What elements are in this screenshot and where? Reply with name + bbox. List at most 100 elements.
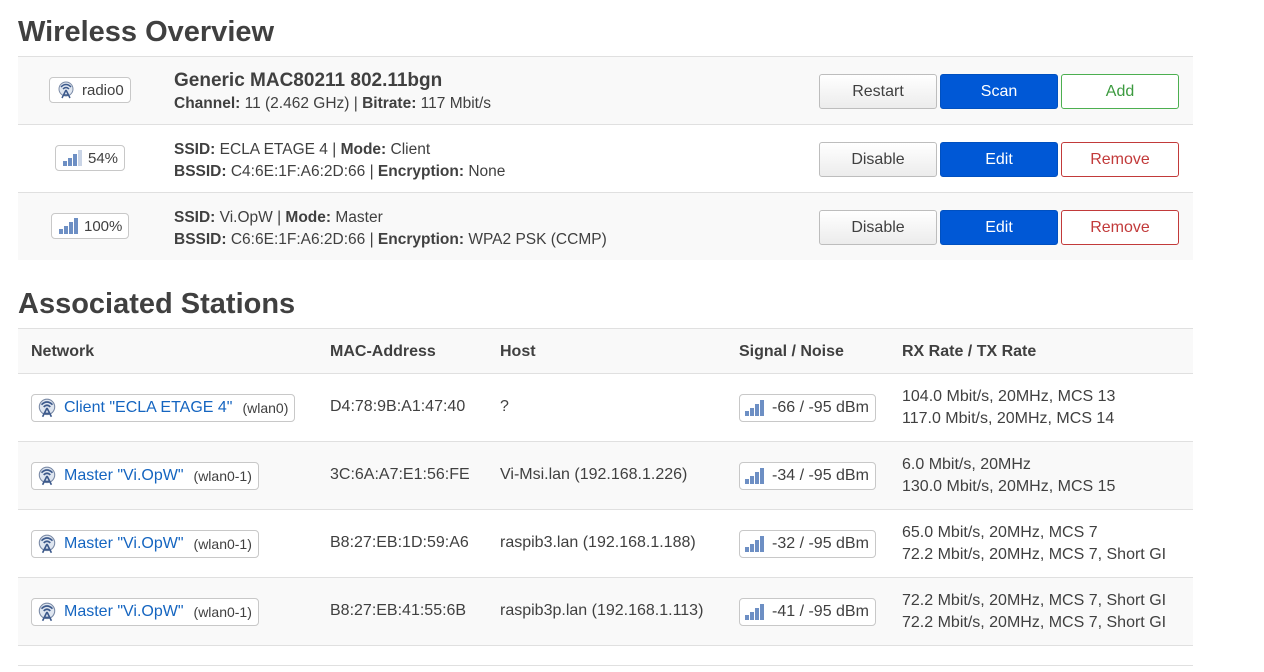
restart-button[interactable]: Restart (819, 74, 937, 109)
column-header-host: Host (500, 343, 536, 360)
table-row: Master "Vi.OpW" (wlan0-1) B8:27:EB:41:55… (18, 578, 1193, 646)
rx-tx-rate: 104.0 Mbit/s, 20MHz, MCS 13 117.0 Mbit/s… (902, 386, 1115, 430)
signal-bars-icon (744, 468, 764, 484)
tx-rate: 117.0 Mbit/s, 20MHz, MCS 14 (902, 410, 1115, 427)
rx-tx-rate: 6.0 Mbit/s, 20MHz 130.0 Mbit/s, 20MHz, M… (902, 454, 1115, 498)
mac-address: B8:27:EB:41:55:6B (330, 602, 467, 619)
radio-info: Generic MAC80211 802.11bgn Channel: 11 (… (174, 70, 492, 112)
rx-rate: 65.0 Mbit/s, 20MHz, MCS 7 (902, 524, 1098, 541)
signal-bars-icon (744, 604, 764, 620)
signal-bars-icon (62, 150, 82, 166)
signal-bars-icon (58, 218, 78, 234)
table-row: Master "Vi.OpW" (wlan0-1) B8:27:EB:1D:59… (18, 510, 1193, 578)
encryption-value: None (468, 163, 506, 180)
network-link[interactable]: Client "ECLA ETAGE 4" (64, 399, 232, 417)
mac-address: 3C:6A:A7:E1:56:FE (330, 466, 470, 483)
network-badge[interactable]: Client "ECLA ETAGE 4" (wlan0) (31, 394, 296, 422)
wifi-antenna-icon (36, 398, 58, 418)
host-name: raspib3p.lan (192.168.1.113) (500, 602, 704, 619)
signal-noise-value: -32 / -95 dBm (772, 535, 869, 552)
signal-noise-value: -34 / -95 dBm (772, 467, 869, 484)
rx-tx-rate: 72.2 Mbit/s, 20MHz, MCS 7, Short GI 72.2… (902, 590, 1166, 634)
rx-rate: 6.0 Mbit/s, 20MHz (902, 456, 1031, 473)
encryption-value: WPA2 PSK (CCMP) (468, 231, 607, 248)
host-name: Vi-Msi.lan (192.168.1.226) (500, 466, 688, 483)
wireless-overview-title: Wireless Overview (18, 16, 275, 48)
wifi-antenna-icon (36, 534, 58, 554)
mode-label: Mode: (285, 209, 332, 226)
encryption-label: Encryption: (377, 163, 465, 180)
signal-badge: 100% (51, 213, 130, 239)
interface-name: (wlan0-1) (193, 604, 252, 620)
signal-badge: 54% (55, 145, 126, 171)
signal-bars-icon (744, 536, 764, 552)
mac-address: B8:27:EB:1D:59:A6 (330, 534, 469, 551)
host-name: ? (500, 398, 509, 415)
wifi-antenna-icon (36, 602, 58, 622)
edit-button[interactable]: Edit (940, 142, 1058, 177)
interface-name: (wlan0) (242, 400, 289, 416)
ssid-value: ECLA ETAGE 4 (219, 141, 328, 158)
table-row: Master "Vi.OpW" (wlan0-1) 3C:6A:A7:E1:56… (18, 442, 1193, 510)
wifi-antenna-icon (36, 466, 58, 486)
network-badge[interactable]: Master "Vi.OpW" (wlan0-1) (31, 598, 259, 626)
mode-label: Mode: (340, 141, 387, 158)
network-link[interactable]: Master "Vi.OpW" (64, 535, 184, 553)
mode-value: Client (390, 141, 431, 158)
signal-percent: 100% (84, 217, 123, 235)
signal-noise-badge: -32 / -95 dBm (739, 530, 876, 558)
network-link[interactable]: Master "Vi.OpW" (64, 467, 184, 485)
mode-value: Master (335, 209, 383, 226)
interface-name: (wlan0-1) (193, 468, 252, 484)
radio-name: Generic MAC80211 802.11bgn (174, 70, 443, 91)
signal-noise-badge: -41 / -95 dBm (739, 598, 876, 626)
associated-stations-title: Associated Stations (18, 288, 296, 320)
rx-rate: 104.0 Mbit/s, 20MHz, MCS 13 (902, 388, 1116, 405)
host-name: raspib3.lan (192.168.1.188) (500, 534, 696, 551)
signal-noise-badge: -66 / -95 dBm (739, 394, 876, 422)
tx-rate: 130.0 Mbit/s, 20MHz, MCS 15 (902, 478, 1116, 495)
signal-percent: 54% (88, 149, 119, 167)
column-header-mac: MAC-Address (330, 343, 436, 360)
edit-button[interactable]: Edit (940, 210, 1058, 245)
ssid-label: SSID: (174, 209, 216, 226)
scan-button[interactable]: Scan (940, 74, 1058, 109)
bssid-value: C4:6E:1F:A6:2D:66 (230, 163, 366, 180)
tx-rate: 72.2 Mbit/s, 20MHz, MCS 7, Short GI (902, 546, 1167, 563)
bssid-label: BSSID: (174, 231, 227, 248)
stations-table: Network MAC-Address Host Signal / Noise … (18, 328, 1193, 646)
bssid-label: BSSID: (174, 163, 227, 180)
add-button[interactable]: Add (1061, 74, 1179, 109)
remove-button[interactable]: Remove (1061, 210, 1179, 245)
rx-rate: 72.2 Mbit/s, 20MHz, MCS 7, Short GI (902, 592, 1167, 609)
disable-button[interactable]: Disable (819, 210, 937, 245)
wireless-overview-table: radio0 Generic MAC80211 802.11bgn Channe… (18, 56, 1193, 260)
radio-row: radio0 Generic MAC80211 802.11bgn Channe… (18, 56, 1193, 124)
radio-badge-label: radio0 (82, 81, 124, 99)
column-header-rate: RX Rate / TX Rate (902, 343, 1037, 360)
encryption-label: Encryption: (377, 231, 465, 248)
network-row: 54% SSID: ECLA ETAGE 4 | Mode: Client BS… (18, 124, 1193, 192)
column-header-network: Network (31, 343, 95, 360)
remove-button[interactable]: Remove (1061, 142, 1179, 177)
network-info: SSID: Vi.OpW | Mode: Master BSSID: C6:6E… (174, 209, 607, 248)
network-link[interactable]: Master "Vi.OpW" (64, 603, 184, 621)
bssid-value: C6:6E:1F:A6:2D:66 (230, 231, 366, 248)
network-badge[interactable]: Master "Vi.OpW" (wlan0-1) (31, 462, 259, 490)
rx-tx-rate: 65.0 Mbit/s, 20MHz, MCS 7 72.2 Mbit/s, 2… (902, 522, 1166, 566)
interface-name: (wlan0-1) (193, 536, 252, 552)
radio-badge: radio0 (49, 77, 131, 103)
tx-rate: 72.2 Mbit/s, 20MHz, MCS 7, Short GI (902, 614, 1167, 631)
bitrate-label: Bitrate: (362, 95, 417, 112)
mac-address: D4:78:9B:A1:47:40 (330, 398, 466, 415)
channel-value: 11 (2.462 GHz) (244, 95, 350, 112)
channel-label: Channel: (174, 95, 241, 112)
column-header-signal: Signal / Noise (739, 343, 844, 360)
signal-noise-value: -66 / -95 dBm (772, 399, 869, 416)
disable-button[interactable]: Disable (819, 142, 937, 177)
network-badge[interactable]: Master "Vi.OpW" (wlan0-1) (31, 530, 259, 558)
ssid-value: Vi.OpW (219, 209, 273, 226)
ssid-label: SSID: (174, 141, 216, 158)
table-row: Client "ECLA ETAGE 4" (wlan0) D4:78:9B:A… (18, 374, 1193, 442)
bitrate-value: 117 Mbit/s (420, 95, 492, 112)
